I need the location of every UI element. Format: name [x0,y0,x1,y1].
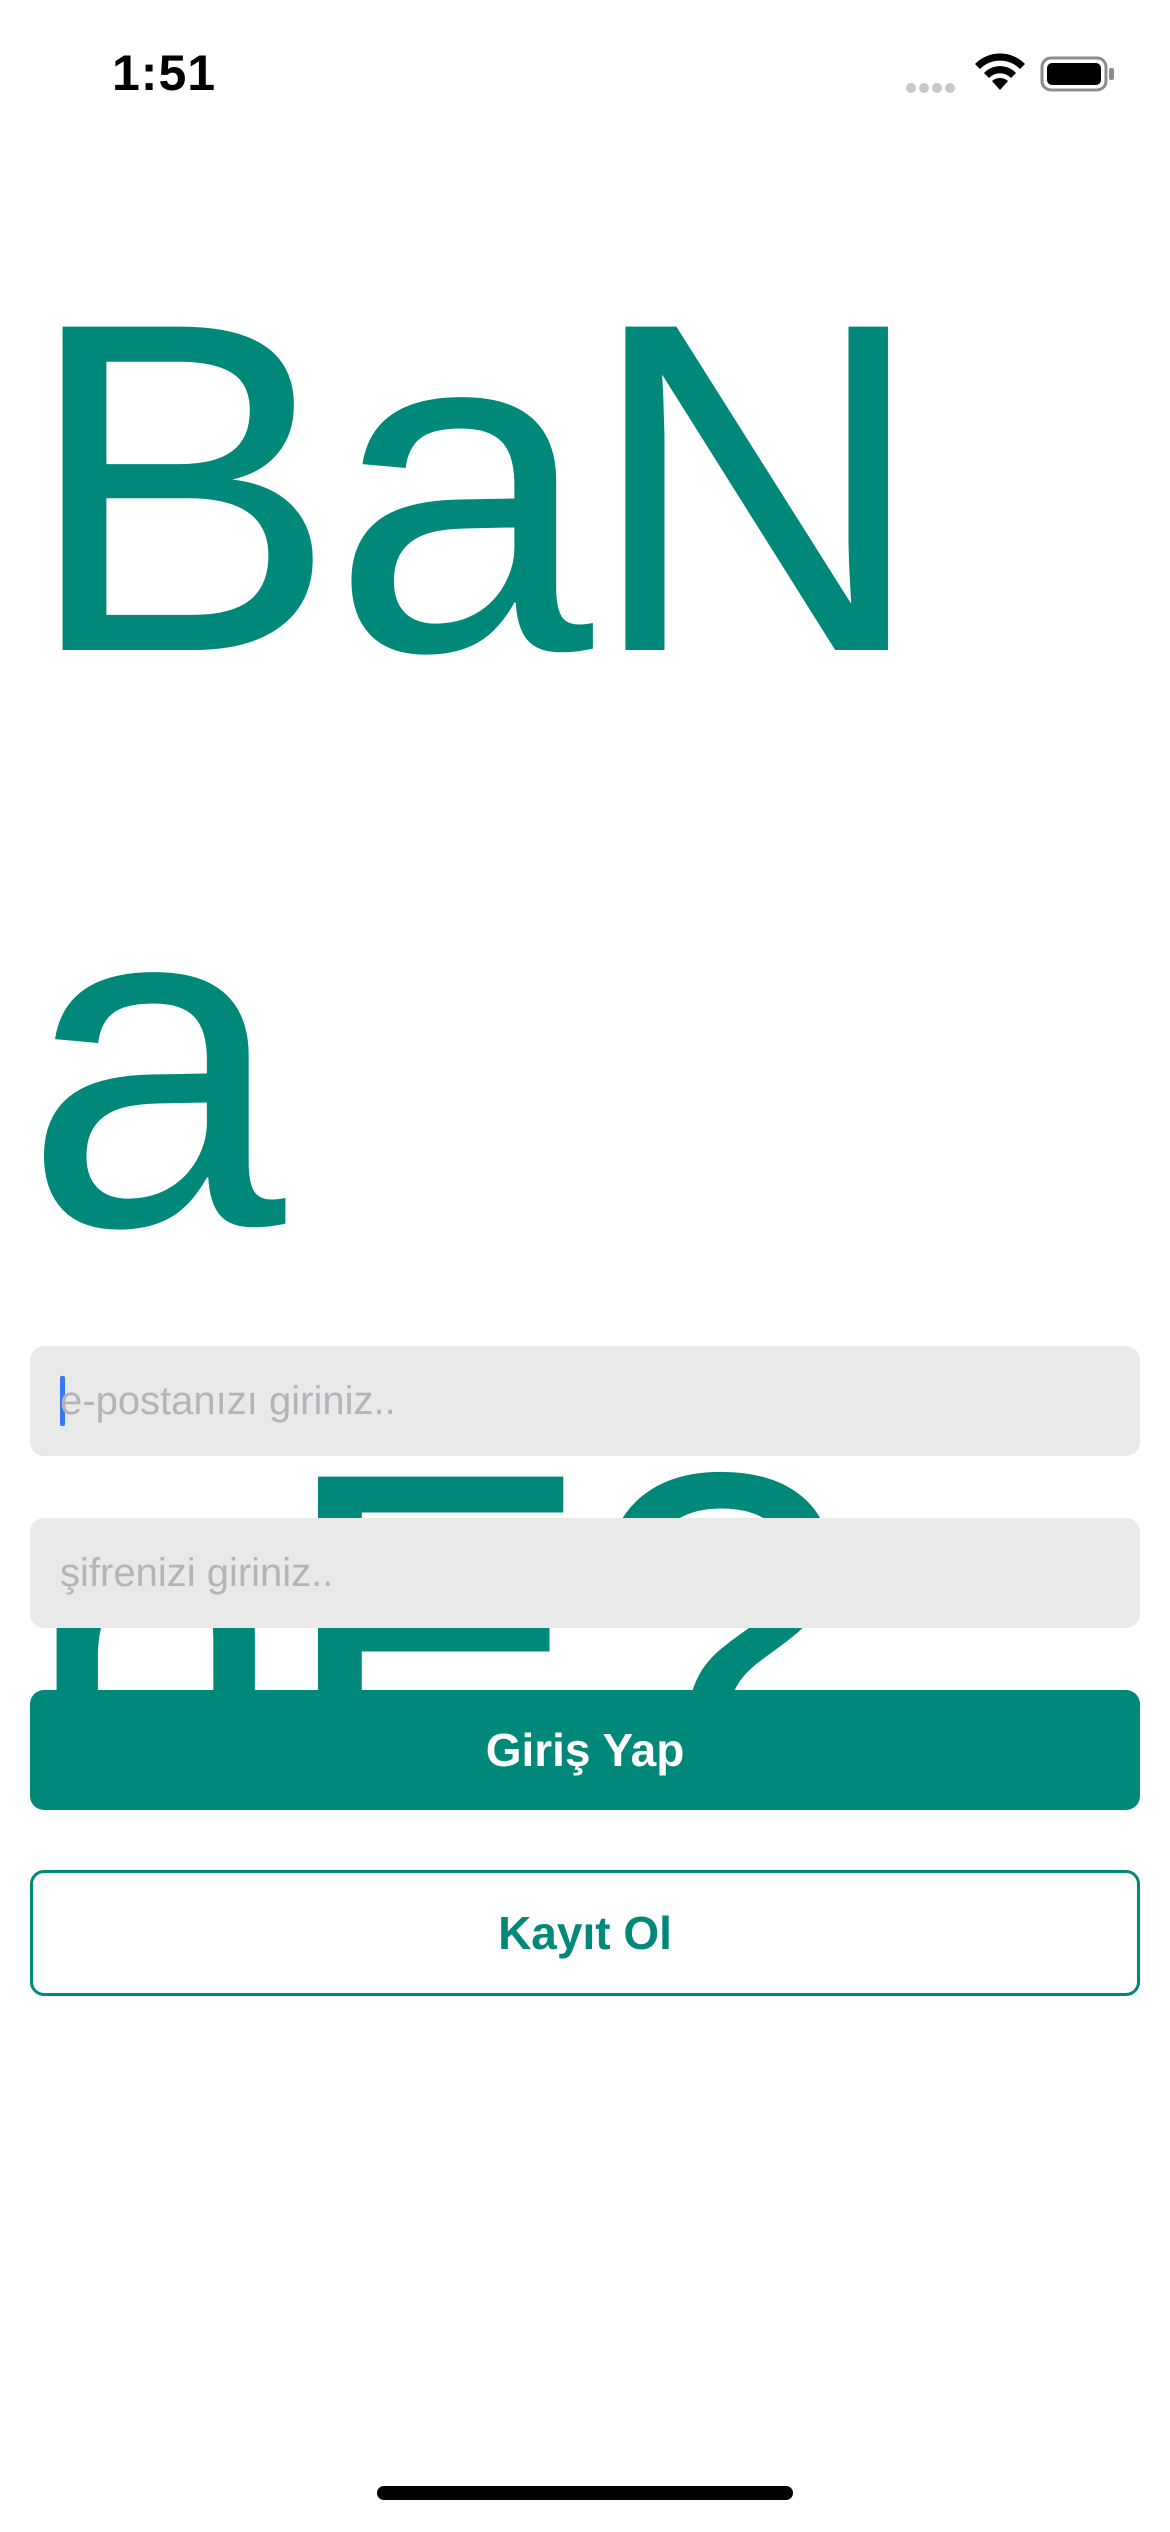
cellular-signal-icon [906,80,962,94]
email-input[interactable]: e-postanızı giriniz.. [30,1346,1140,1456]
wifi-icon [975,53,1025,90]
battery-icon [1040,56,1114,92]
app-logo-title: BaNa nE? [24,225,926,1900]
email-placeholder: e-postanızı giriniz.. [60,1378,396,1423]
status-time: 1:51 [112,45,217,101]
home-indicator[interactable] [377,2486,793,2500]
login-screen: 1:51 BaNa nE? e-postanızı giriniz.. şifr… [0,0,1170,2532]
password-input[interactable]: şifrenizi giriniz.. [30,1518,1140,1628]
password-placeholder: şifrenizi giriniz.. [60,1550,334,1595]
login-button[interactable]: Giriş Yap [30,1690,1140,1810]
status-bar: 1:51 [0,0,1170,150]
register-button[interactable]: Kayıt Ol [30,1870,1140,1996]
